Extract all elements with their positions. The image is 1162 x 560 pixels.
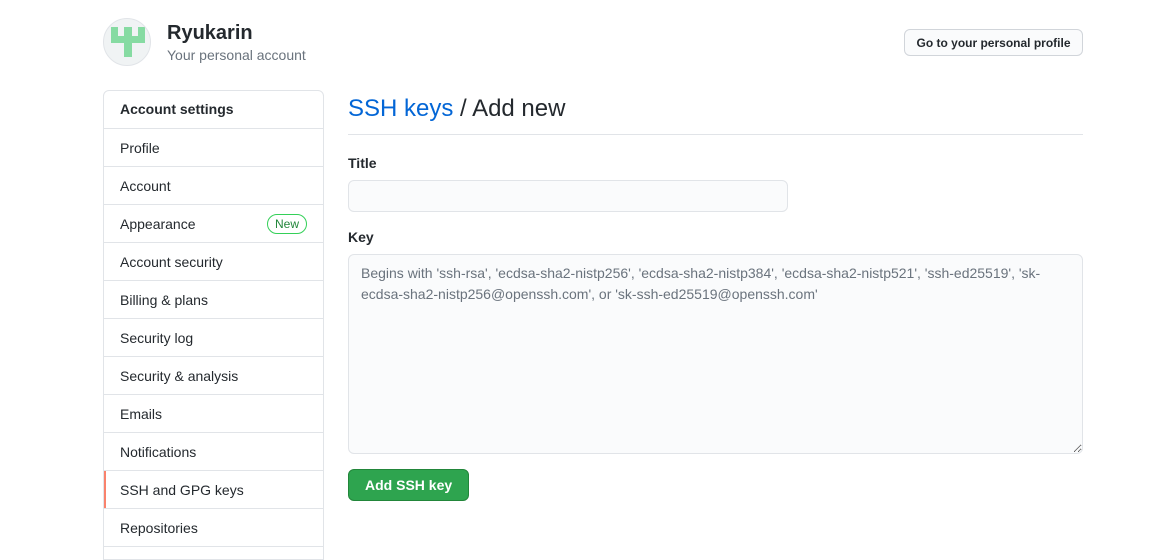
account-name[interactable]: Ryukarin — [167, 20, 306, 46]
sidebar-item-emails[interactable]: Emails — [104, 395, 323, 433]
sidebar-item-profile[interactable]: Profile — [104, 129, 323, 167]
sidebar-item-account[interactable]: Account — [104, 167, 323, 205]
sidebar-item-label: Account — [120, 177, 171, 194]
breadcrumb-separator: / — [460, 95, 467, 122]
sidebar-item-label: SSH and GPG keys — [120, 481, 244, 498]
account-info: Ryukarin Your personal account — [167, 20, 306, 64]
sidebar-item-billing[interactable]: Billing & plans — [104, 281, 323, 319]
breadcrumb-ssh-keys-link[interactable]: SSH keys — [348, 95, 453, 122]
sidebar-item-label: Emails — [120, 405, 163, 422]
main-content: SSH keys / Add new Title Key Add SSH key — [348, 90, 1083, 501]
page-title: SSH keys / Add new — [348, 90, 1083, 135]
sidebar-item-security-analysis[interactable]: Security & analysis — [104, 357, 323, 395]
sidebar-item-repositories[interactable]: Repositories — [104, 509, 323, 547]
go-to-profile-button[interactable]: Go to your personal profile — [904, 29, 1083, 56]
sidebar-item-appearance[interactable]: Appearance New — [104, 205, 323, 243]
sidebar-item-label: Billing & plans — [120, 291, 208, 308]
sidebar-item-label: Notifications — [120, 443, 197, 460]
title-label: Title — [348, 155, 377, 171]
account-header: Ryukarin Your personal account — [103, 18, 306, 66]
avatar[interactable] — [103, 18, 151, 66]
key-textarea[interactable] — [348, 254, 1083, 454]
sidebar-item-label: Appearance — [120, 215, 196, 232]
account-subtitle: Your personal account — [167, 47, 306, 63]
key-label: Key — [348, 229, 374, 245]
title-input[interactable] — [348, 180, 788, 212]
sidebar-item-label: Profile — [120, 139, 160, 156]
sidebar-heading: Account settings — [104, 91, 323, 129]
sidebar-item-notifications[interactable]: Notifications — [104, 433, 323, 471]
sidebar-item-label: Security & analysis — [120, 367, 239, 384]
new-badge: New — [266, 213, 307, 234]
sidebar-item-security-log[interactable]: Security log — [104, 319, 323, 357]
sidebar-item-ssh-gpg-keys[interactable]: SSH and GPG keys — [104, 471, 323, 509]
settings-sidebar: Account settings Profile Account Appeara… — [103, 90, 324, 560]
sidebar-item-label: Security log — [120, 329, 194, 346]
sidebar-item-account-security[interactable]: Account security — [104, 243, 323, 281]
breadcrumb-current: Add new — [472, 95, 566, 122]
sidebar-item-label: Repositories — [120, 519, 198, 536]
add-ssh-key-button[interactable]: Add SSH key — [348, 469, 470, 501]
sidebar-item-label: Account security — [120, 253, 223, 270]
